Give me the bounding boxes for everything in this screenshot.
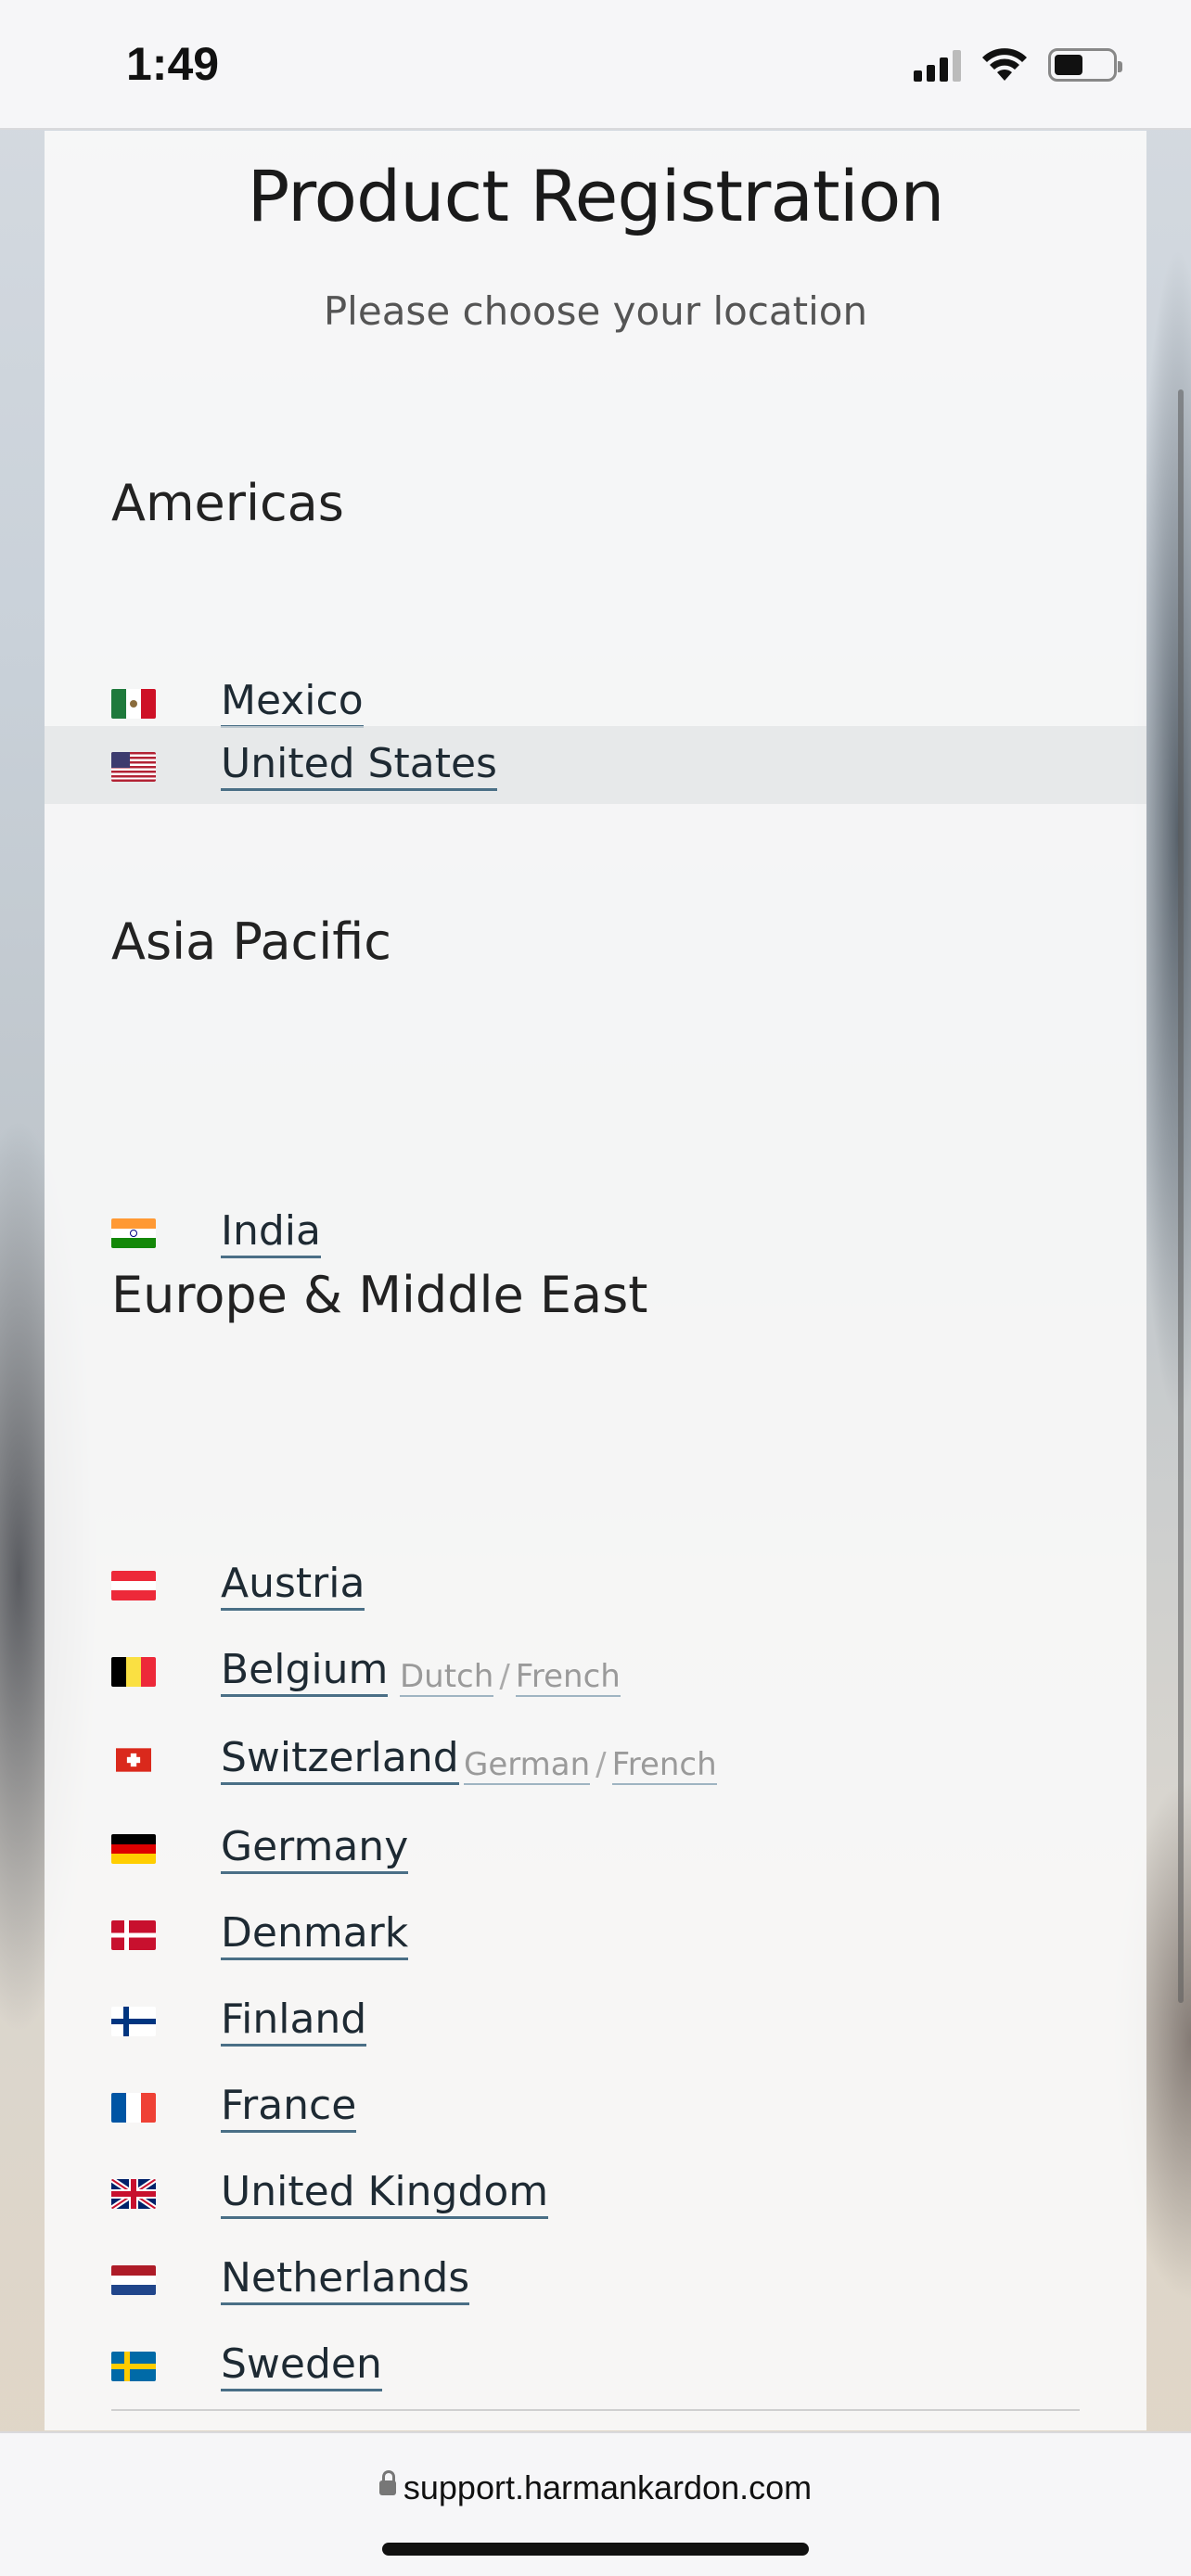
switzerland-flag-icon [116,1748,151,1772]
country-link-united-kingdom[interactable]: United Kingdom [221,2168,549,2219]
wifi-icon [982,48,1027,81]
country-row-finland[interactable]: Finland [45,1983,1146,2061]
region-heading-asia-pacific: Asia Pacific [111,912,391,971]
country-row-united-kingdom[interactable]: United Kingdom [45,2156,1146,2234]
url-text: support.harmankardon.com [403,2468,813,2506]
region-heading-europe: Europe & Middle East [111,1266,648,1324]
france-flag-icon [111,2093,156,2123]
country-row-india[interactable]: India [45,1195,1146,1273]
region-heading-americas: Americas [111,474,344,532]
netherlands-flag-icon [111,2265,156,2295]
language-separator: / [596,1746,607,1783]
mexico-flag-icon [111,689,156,719]
country-row-france[interactable]: France [45,2070,1146,2148]
battery-icon [1048,48,1122,82]
country-link-denmark[interactable]: Denmark [221,1909,409,1960]
country-row-austria[interactable]: Austria [45,1548,1146,1626]
country-link-india[interactable]: India [221,1207,321,1258]
country-link-mexico[interactable]: Mexico [221,677,364,728]
sweden-flag-icon [111,2352,156,2381]
language-separator: / [499,1658,510,1695]
country-row-netherlands[interactable]: Netherlands [45,2242,1146,2320]
country-link-austria[interactable]: Austria [221,1560,365,1611]
country-row-sweden[interactable]: Sweden [45,2328,1146,2406]
country-row-belgium[interactable]: Belgium Dutch / French [45,1634,1146,1712]
browser-address-bar[interactable]: support.harmankardon.com [0,2431,1191,2576]
page-title: Product Registration [247,155,944,237]
country-link-france[interactable]: France [221,2082,357,2133]
country-link-sweden[interactable]: Sweden [221,2340,382,2391]
country-row-denmark[interactable]: Denmark [45,1897,1146,1975]
registration-panel: Product Registration Please choose your … [45,131,1146,2430]
us-flag-icon [111,752,156,782]
india-flag-icon [111,1218,156,1248]
belgium-flag-icon [111,1657,156,1687]
country-link-netherlands[interactable]: Netherlands [221,2254,470,2305]
country-row-switzerland[interactable]: Switzerland German / French [45,1722,1146,1800]
language-link-french[interactable]: French [611,1746,717,1785]
germany-flag-icon [111,1834,156,1864]
austria-flag-icon [111,1571,156,1600]
lock-icon [378,2470,396,2496]
panel-divider [111,2409,1080,2411]
cellular-signal-icon [914,48,961,82]
page-subtitle: Please choose your location [323,288,868,334]
country-link-united-states[interactable]: United States [221,740,497,791]
switzerland-language-options: German / French [464,1746,717,1785]
country-row-united-states[interactable]: United States [45,726,1146,804]
language-link-dutch[interactable]: Dutch [400,1658,494,1697]
status-bar: 1:49 [0,0,1191,130]
country-row-germany[interactable]: Germany [45,1811,1146,1889]
url-display[interactable]: support.harmankardon.com [0,2468,1191,2507]
country-link-switzerland[interactable]: Switzerland [221,1734,459,1785]
country-link-germany[interactable]: Germany [221,1823,409,1874]
belgium-language-options: Dutch / French [400,1658,621,1697]
country-link-belgium[interactable]: Belgium [221,1646,389,1697]
country-link-finland[interactable]: Finland [221,1996,367,2047]
finland-flag-icon [111,2007,156,2036]
language-link-french[interactable]: French [515,1658,621,1697]
status-icons [914,46,1122,83]
uk-flag-icon [111,2179,156,2209]
denmark-flag-icon [111,1920,156,1950]
page-scrollbar[interactable] [1178,389,1184,2003]
home-indicator[interactable] [382,2543,809,2556]
status-time: 1:49 [126,38,220,90]
language-link-german[interactable]: German [464,1746,591,1785]
